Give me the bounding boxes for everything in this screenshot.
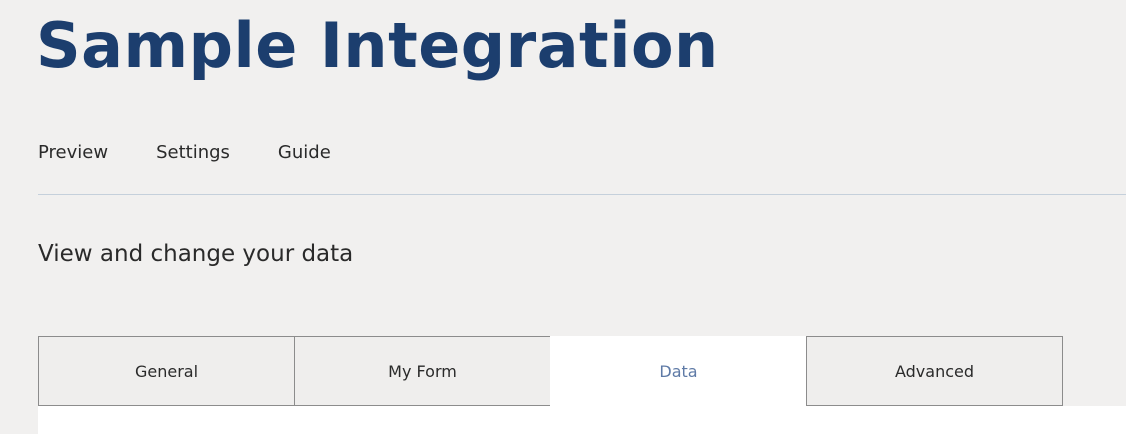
- nav-link-preview[interactable]: Preview: [38, 140, 108, 166]
- page: Sample Integration Preview Settings Guid…: [0, 0, 1126, 434]
- tab-content-panel: [38, 406, 1126, 434]
- tab-advanced[interactable]: Advanced: [806, 336, 1063, 406]
- page-title: Sample Integration: [36, 9, 719, 82]
- tab-general[interactable]: General: [38, 336, 295, 406]
- tab-data[interactable]: Data: [550, 336, 807, 406]
- top-navigation: Preview Settings Guide: [38, 140, 379, 166]
- page-subtitle: View and change your data: [38, 241, 354, 267]
- nav-divider: [38, 194, 1126, 195]
- nav-link-guide[interactable]: Guide: [278, 140, 331, 166]
- tab-my-form[interactable]: My Form: [294, 336, 551, 406]
- tab-bar: General My Form Data Advanced: [38, 336, 1063, 406]
- nav-link-settings[interactable]: Settings: [156, 140, 230, 166]
